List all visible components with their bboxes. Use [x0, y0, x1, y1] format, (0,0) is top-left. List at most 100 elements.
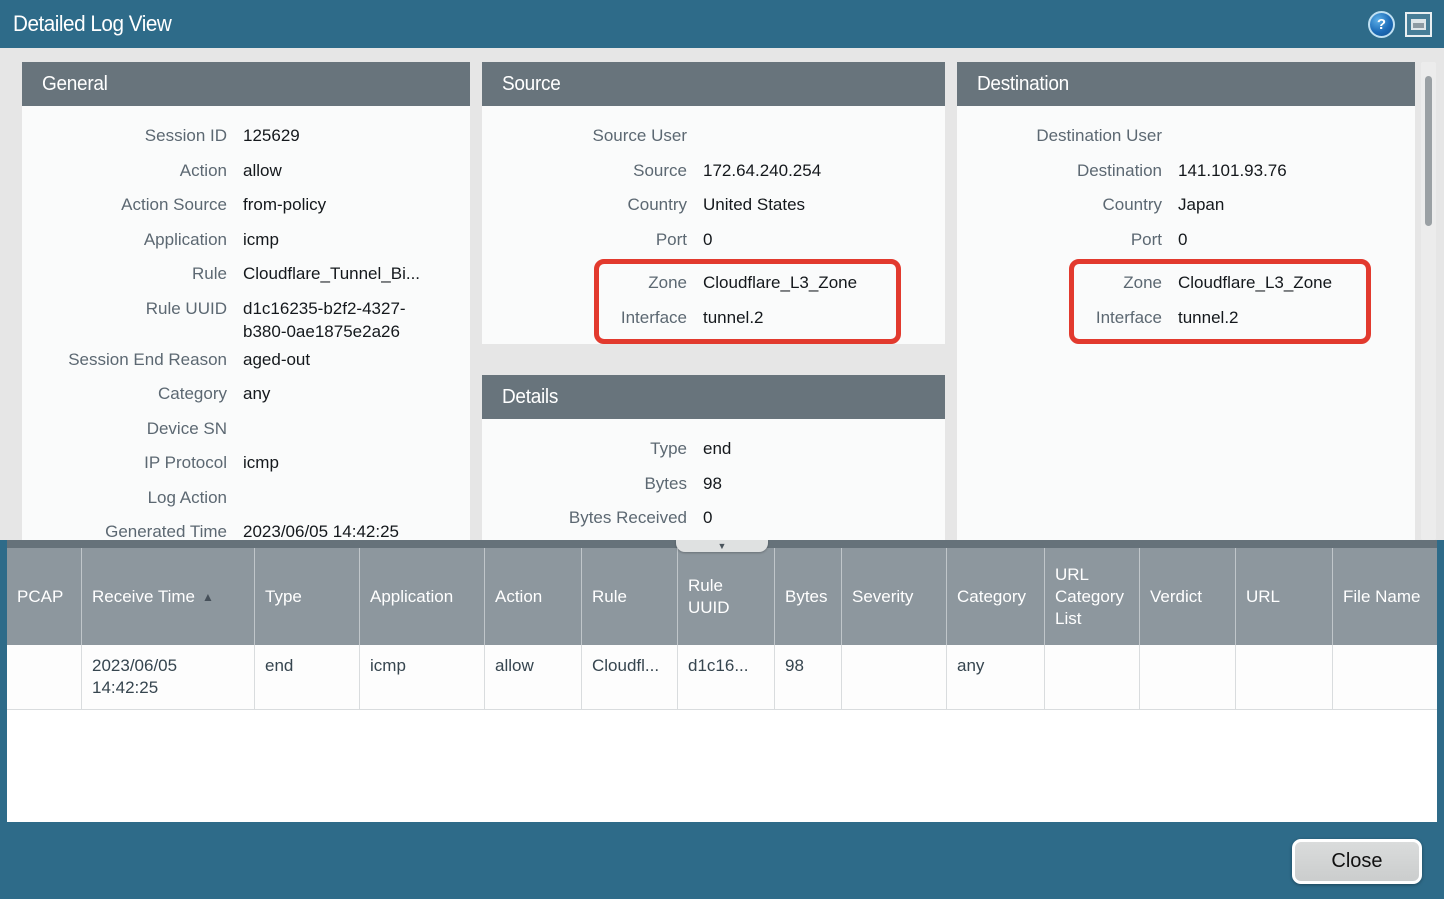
field-label: Action [22, 159, 227, 182]
detail-panels-area: General Session ID125629ActionallowActio… [0, 48, 1444, 540]
column-header-label: Verdict [1150, 586, 1202, 608]
field-row: Zone Cloudflare_L3_Zone [599, 266, 896, 301]
destination-panel-body: Destination User Destination 141.101.93.76… [957, 106, 1415, 540]
field-row: Interfacetunnel.2 [599, 301, 896, 336]
details-panel-title: Details [502, 386, 558, 409]
log-table-header: PCAP Receive Time▲ Type Application Action Ru… [7, 548, 1437, 645]
table-cell: 2023/06/05 14:42:25 [81, 645, 254, 710]
column-header-receive-time[interactable]: Receive Time▲ [81, 548, 254, 645]
column-header-label: Application [370, 586, 453, 608]
dialog-title-bar: Detailed Log View ? [0, 0, 1444, 48]
field-value: United States [703, 193, 805, 216]
field-label: Destination [957, 159, 1162, 182]
field-label: Country [482, 193, 687, 216]
general-panel-title: General [42, 73, 108, 96]
field-row: Session End Reasonaged-out [22, 343, 470, 378]
destination-panel-title: Destination [977, 73, 1069, 96]
source-panel-header: Source [482, 62, 945, 106]
field-row: Source172.64.240.254 [482, 154, 945, 189]
field-label: Log Action [22, 486, 227, 509]
column-header-url-category-list[interactable]: URL Category List [1044, 548, 1139, 645]
field-value: aged-out [243, 348, 310, 371]
column-header-label: PCAP [17, 586, 63, 608]
field-value: 141.101.93.76 [1178, 159, 1287, 182]
field-label: Generated Time [22, 520, 227, 540]
field-row: Typeend [482, 432, 945, 467]
column-header-rule[interactable]: Rule [581, 548, 677, 645]
source-panel-body: Source User Source172.64.240.254 Country Un… [482, 106, 945, 344]
field-row: Categoryany [22, 377, 470, 412]
restore-window-icon-inner [1411, 19, 1426, 30]
field-row: Bytes 98 [482, 467, 945, 502]
field-label: Device SN [22, 417, 227, 440]
general-panel: General Session ID125629ActionallowActio… [22, 62, 470, 540]
field-label: Interface [599, 306, 687, 329]
column-header-label: Type [265, 586, 302, 608]
field-row: Bytes Received0 [482, 501, 945, 536]
field-row: Log Action [22, 481, 470, 516]
red-highlight-annotation: ZoneCloudflare_L3_ZoneInterfacetunnel.2 [1069, 259, 1371, 344]
field-label: Source User [482, 124, 687, 147]
column-header-pcap[interactable]: PCAP [7, 548, 81, 645]
middle-column: Source Source User Source172.64.240.254 Co… [482, 62, 945, 540]
field-row: Application icmp [22, 223, 470, 258]
field-label: Bytes [482, 472, 687, 495]
field-row: Interfacetunnel.2 [1074, 301, 1366, 336]
field-row: Rule UUIDd1c16235-b2f2-4327-b380-0ae1875… [22, 292, 470, 343]
field-label: Interface [1074, 306, 1162, 329]
dialog-footer: Close [0, 822, 1444, 899]
column-gap [470, 62, 482, 540]
column-header-file-name[interactable]: File Name [1332, 548, 1437, 645]
field-label: Zone [1074, 271, 1162, 294]
field-row: Port0 [482, 223, 945, 258]
column-header-rule-uuid[interactable]: Rule UUID [677, 548, 774, 645]
column-header-action[interactable]: Action [484, 548, 581, 645]
chevron-down-icon: ▼ [718, 542, 727, 551]
column-header-type[interactable]: Type [254, 548, 359, 645]
destination-panel-header: Destination [957, 62, 1415, 106]
field-label: Action Source [22, 193, 227, 216]
field-label: Rule UUID [22, 297, 227, 320]
log-table-row[interactable]: 2023/06/05 14:42:25endicmpallowCloudfl..… [7, 645, 1437, 710]
table-cell: any [946, 645, 1044, 710]
help-icon[interactable]: ? [1368, 11, 1395, 38]
field-label: Rule [22, 262, 227, 285]
column-header-severity[interactable]: Severity [841, 548, 946, 645]
restore-window-icon[interactable] [1405, 12, 1432, 37]
column-header-label: URL [1246, 586, 1280, 608]
field-row: Port0 [957, 223, 1415, 258]
field-row: Destination User [957, 119, 1415, 154]
field-label: Zone [599, 271, 687, 294]
field-label: Destination User [957, 124, 1162, 147]
column-header-application[interactable]: Application [359, 548, 484, 645]
field-label: Application [22, 228, 227, 251]
column-header-category[interactable]: Category [946, 548, 1044, 645]
scrollbar-thumb[interactable] [1425, 76, 1432, 226]
field-label: IP Protocol [22, 451, 227, 474]
field-value: 2023/06/05 14:42:25 [243, 520, 399, 540]
field-value: Cloudflare_Tunnel_Bi... [243, 262, 420, 285]
field-value: icmp [243, 228, 279, 251]
field-row: Destination 141.101.93.76 [957, 154, 1415, 189]
field-row: Generated Time 2023/06/05 14:42:25 [22, 515, 470, 540]
log-table-section: ▼ PCAP Receive Time▲ Type Application Action… [7, 540, 1437, 822]
field-value: 0 [703, 506, 712, 529]
vertical-scrollbar[interactable] [1421, 62, 1436, 540]
close-button[interactable]: Close [1292, 839, 1422, 884]
destination-panel: Destination Destination User Destination 1… [957, 62, 1415, 540]
column-header-label: Action [495, 586, 542, 608]
details-panel-header: Details [482, 375, 945, 419]
field-row: IP Protocolicmp [22, 446, 470, 481]
field-value: Cloudflare_L3_Zone [703, 271, 857, 294]
column-header-url[interactable]: URL [1235, 548, 1332, 645]
dialog-title: Detailed Log View [13, 11, 1287, 37]
field-row: Actionallow [22, 154, 470, 189]
table-cell [7, 645, 81, 710]
table-cell: allow [484, 645, 581, 710]
splitter-collapse-handle[interactable]: ▼ [676, 540, 768, 552]
field-value: 98 [703, 472, 722, 495]
column-header-bytes[interactable]: Bytes [774, 548, 841, 645]
column-header-verdict[interactable]: Verdict [1139, 548, 1235, 645]
field-row: Action Sourcefrom-policy [22, 188, 470, 223]
column-header-label: Rule [592, 586, 627, 608]
